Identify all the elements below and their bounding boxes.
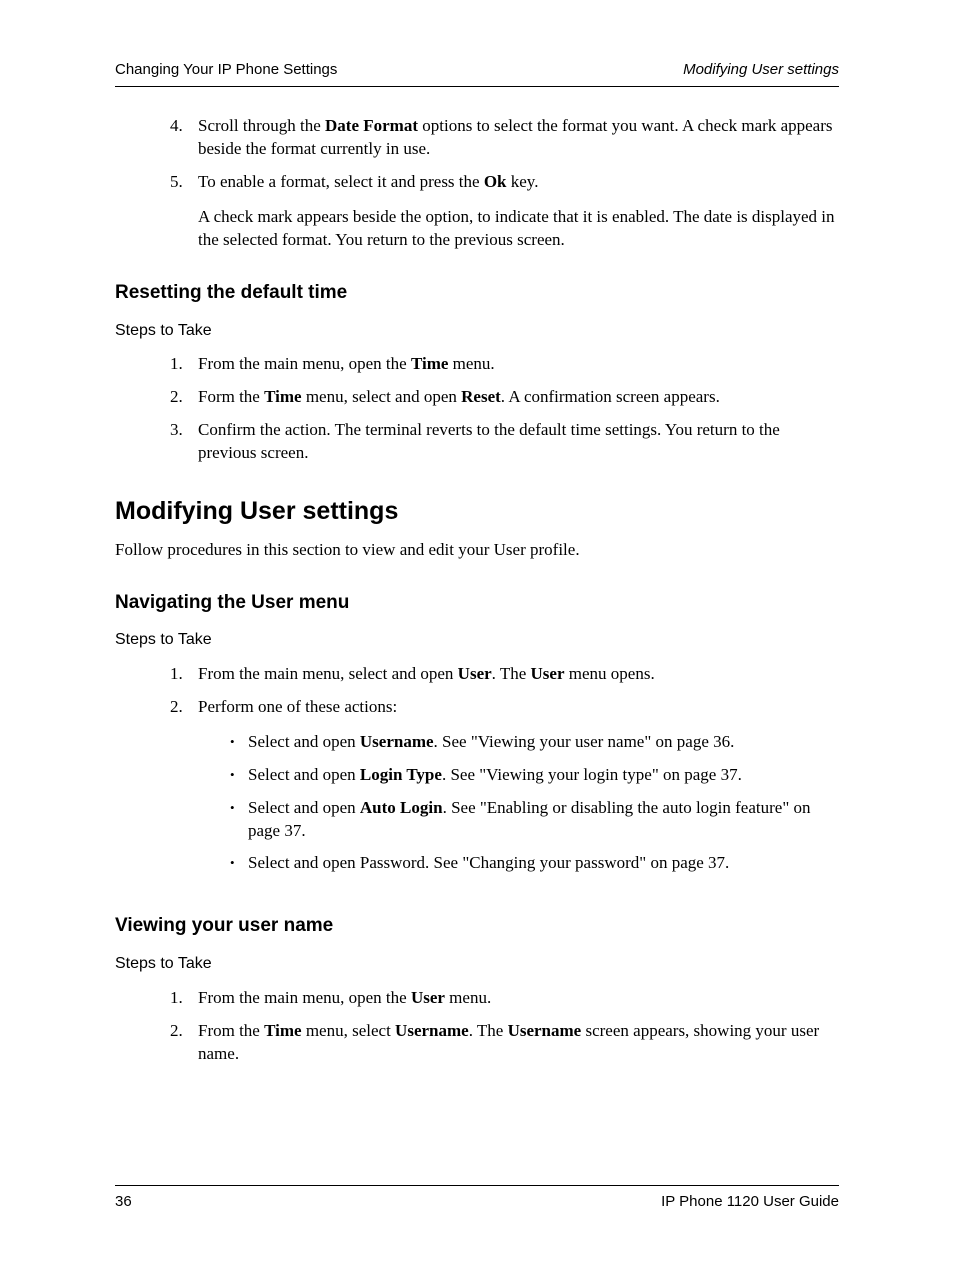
reset-step-2: 2. Form the Time menu, select and open R… — [170, 386, 839, 409]
step-4: 4. Scroll through the Date Format option… — [170, 115, 839, 161]
steps-to-take-label: Steps to Take — [115, 629, 839, 651]
date-format-steps-continued: 4. Scroll through the Date Format option… — [170, 115, 839, 252]
list-item: Select and open Login Type. See "Viewing… — [230, 764, 839, 787]
view-step-1: 1. From the main menu, open the User men… — [170, 987, 839, 1010]
reset-step-1: 1. From the main menu, open the Time men… — [170, 353, 839, 376]
heading-modifying-user-settings: Modifying User settings — [115, 495, 839, 529]
nav-step-2: 2. Perform one of these actions: Select … — [170, 696, 839, 886]
list-item: Select and open Username. See "Viewing y… — [230, 731, 839, 754]
heading-navigating-user-menu: Navigating the User menu — [115, 590, 839, 616]
list-item: Select and open Auto Login. See "Enablin… — [230, 797, 839, 843]
header-right: Modifying User settings — [683, 60, 839, 80]
modify-intro: Follow procedures in this section to vie… — [115, 539, 839, 562]
page-header: Changing Your IP Phone Settings Modifyin… — [115, 60, 839, 87]
steps-to-take-label: Steps to Take — [115, 953, 839, 975]
page-content: 4. Scroll through the Date Format option… — [115, 115, 839, 1065]
page-footer: 36 IP Phone 1120 User Guide — [115, 1185, 839, 1212]
list-item: Select and open Password. See "Changing … — [230, 852, 839, 875]
step-number: 5. — [170, 171, 198, 252]
nav-step-1: 1. From the main menu, select and open U… — [170, 663, 839, 686]
nav-steps: 1. From the main menu, select and open U… — [170, 663, 839, 886]
heading-viewing-user-name: Viewing your user name — [115, 913, 839, 939]
reset-step-3: 3. Confirm the action. The terminal reve… — [170, 419, 839, 465]
step-5: 5. To enable a format, select it and pre… — [170, 171, 839, 252]
step-number: 4. — [170, 115, 198, 161]
step-body: Scroll through the Date Format options t… — [198, 115, 839, 161]
reset-steps: 1. From the main menu, open the Time men… — [170, 353, 839, 465]
heading-resetting-default-time: Resetting the default time — [115, 280, 839, 306]
nav-actions-list: Select and open Username. See "Viewing y… — [198, 731, 839, 876]
footer-title: IP Phone 1120 User Guide — [661, 1192, 839, 1212]
view-steps: 1. From the main menu, open the User men… — [170, 987, 839, 1066]
steps-to-take-label: Steps to Take — [115, 320, 839, 342]
header-left: Changing Your IP Phone Settings — [115, 60, 337, 80]
view-step-2: 2. From the Time menu, select Username. … — [170, 1020, 839, 1066]
page-number: 36 — [115, 1192, 132, 1212]
step-body: To enable a format, select it and press … — [198, 171, 839, 252]
